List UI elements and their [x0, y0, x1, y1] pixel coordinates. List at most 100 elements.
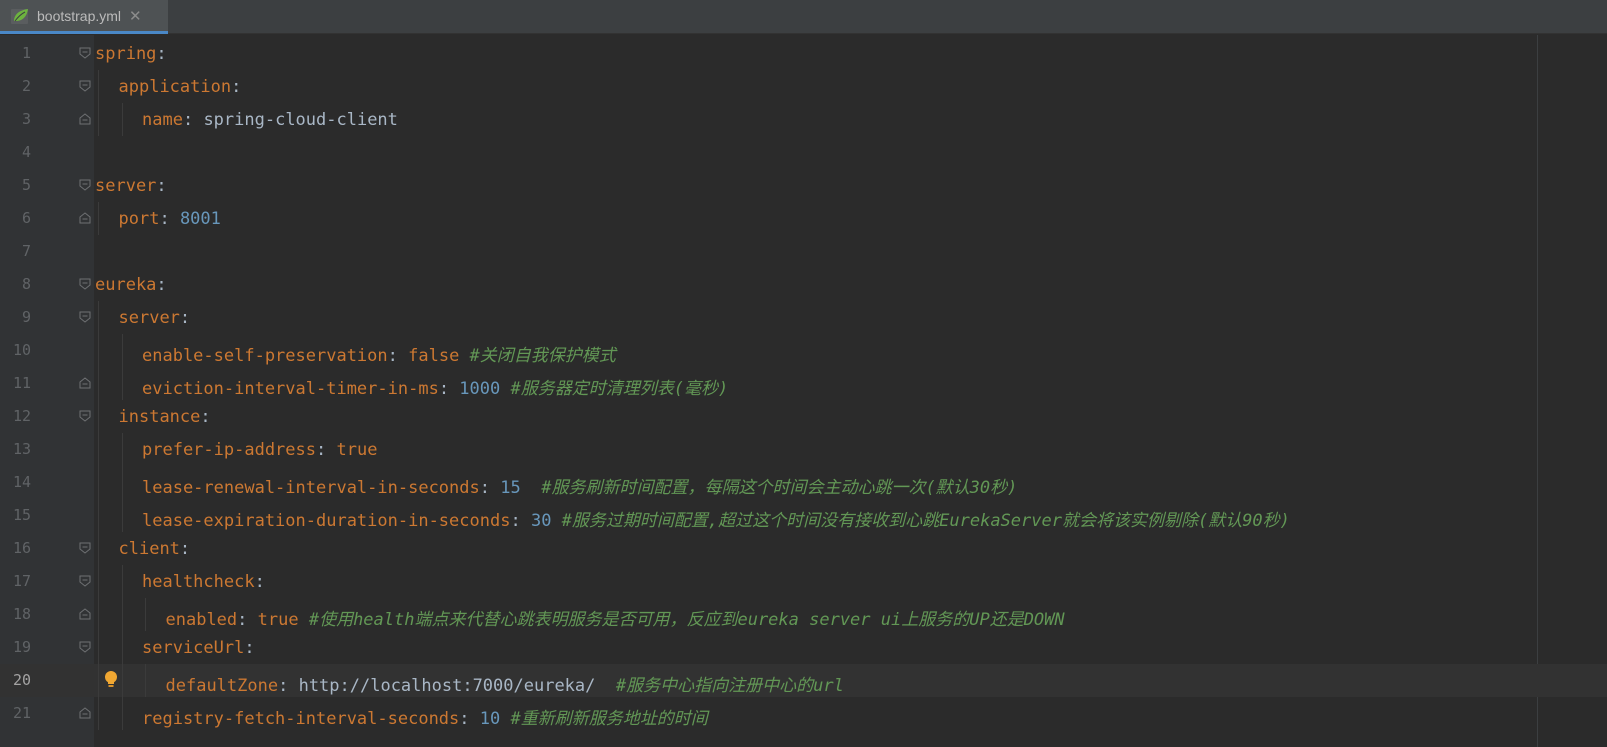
code-line[interactable]: 7	[0, 235, 1607, 268]
yaml-string-value: spring-cloud-client	[203, 110, 398, 130]
indent-guide	[98, 697, 99, 730]
code-line[interactable]: 20 defaultZone: http://localhost:7000/eur…	[0, 664, 1607, 697]
yaml-key: spring	[95, 44, 157, 64]
code-line[interactable]: 19 serviceUrl:	[0, 631, 1607, 664]
yaml-key: lease-expiration-duration-in-seconds	[142, 511, 511, 531]
yaml-boolean-value: true	[257, 610, 299, 630]
code-line[interactable]: 16 client:	[0, 532, 1607, 565]
spring-leaf-icon	[10, 6, 32, 26]
yaml-number-value: 8001	[179, 209, 221, 229]
code-text: server:	[119, 308, 191, 328]
yaml-key: serviceUrl	[142, 638, 245, 658]
fold-open-icon[interactable]	[79, 278, 91, 290]
yaml-key: registry-fetch-interval-seconds	[142, 709, 460, 729]
code-line[interactable]: 21 registry-fetch-interval-seconds: 10 #重…	[0, 697, 1607, 730]
yaml-number-value: 10	[479, 709, 501, 729]
code-line[interactable]: 15 lease-expiration-duration-in-seconds: …	[0, 499, 1607, 532]
yaml-separator: :	[510, 511, 531, 531]
code-line[interactable]: 11 eviction-interval-timer-in-ms: 1000 #服…	[0, 367, 1607, 400]
tab-bootstrap-yml[interactable]: bootstrap.yml ✕	[0, 0, 168, 34]
yaml-key: eureka	[95, 275, 157, 295]
fold-open-icon[interactable]	[79, 179, 91, 191]
line-number: 21	[12, 704, 31, 722]
yaml-key: enable-self-preservation	[142, 346, 388, 366]
tab-filename: bootstrap.yml	[37, 7, 122, 24]
yaml-key: prefer-ip-address	[142, 440, 316, 460]
line-number: 19	[12, 638, 31, 656]
indent-guide	[98, 499, 99, 532]
fold-open-icon[interactable]	[79, 311, 91, 323]
yaml-key: defaultZone	[165, 676, 279, 696]
yaml-separator: :	[316, 440, 337, 460]
yaml-separator: :	[244, 638, 255, 658]
indent-guide	[121, 466, 123, 499]
code-line[interactable]: 18 enabled: true #使用health端点来代替心跳表明服务是否可用…	[0, 598, 1607, 631]
fold-end-icon[interactable]	[79, 212, 91, 224]
fold-open-icon[interactable]	[79, 410, 91, 422]
indent-guide	[121, 565, 123, 598]
code-editor[interactable]: 1 spring: 2 application: 3 name: spring-cloud…	[0, 35, 1607, 747]
yaml-separator: :	[438, 379, 460, 399]
indent-guide	[98, 103, 99, 136]
code-text: port: 8001	[119, 209, 221, 229]
code-line[interactable]: 6 port: 8001	[0, 202, 1607, 235]
indent-guide	[121, 334, 123, 367]
indent-guide	[121, 697, 123, 730]
line-number: 5	[21, 176, 31, 194]
code-line[interactable]: 13 prefer-ip-address: true	[0, 433, 1607, 466]
yaml-number-value: 1000	[459, 379, 501, 399]
line-number: 16	[12, 539, 31, 557]
code-line[interactable]: 2 application:	[0, 70, 1607, 103]
fold-open-icon[interactable]	[79, 542, 91, 554]
code-line[interactable]: 10 enable-self-preservation: false #关闭自我保…	[0, 334, 1607, 367]
yaml-key: application	[118, 77, 232, 97]
indent-guide	[98, 202, 99, 235]
code-text: eviction-interval-timer-in-ms: 1000 #服务器…	[142, 374, 728, 399]
indent-guide	[98, 565, 99, 598]
line-number: 4	[21, 143, 31, 161]
line-number: 10	[12, 341, 31, 359]
line-number: 17	[12, 572, 31, 590]
yaml-separator: :	[179, 539, 191, 559]
yaml-key: eviction-interval-timer-in-ms	[142, 379, 439, 399]
yaml-string-value: http://localhost:7000/eureka/	[298, 676, 596, 696]
code-text: server:	[95, 176, 167, 196]
yaml-comment: #关闭自我保护模式	[459, 346, 616, 366]
fold-end-icon[interactable]	[79, 113, 91, 125]
fold-open-icon[interactable]	[79, 80, 91, 92]
yaml-separator: :	[159, 209, 180, 229]
line-number: 14	[12, 473, 31, 491]
indent-guide	[145, 598, 146, 631]
lightbulb-icon[interactable]	[103, 669, 119, 691]
code-text: application:	[119, 77, 242, 97]
fold-open-icon[interactable]	[79, 641, 91, 653]
indent-guide	[98, 70, 99, 103]
yaml-key: instance	[118, 407, 201, 427]
yaml-separator: :	[278, 676, 299, 696]
fold-end-icon[interactable]	[79, 377, 91, 389]
close-tab-icon[interactable]: ✕	[129, 7, 142, 25]
code-line[interactable]: 17 healthcheck:	[0, 565, 1607, 598]
code-line[interactable]: 5 server:	[0, 169, 1607, 202]
yaml-separator: :	[459, 709, 480, 729]
yaml-separator: :	[156, 275, 167, 295]
indent-guide	[98, 598, 99, 631]
code-line[interactable]: 12 instance:	[0, 400, 1607, 433]
code-line[interactable]: 4	[0, 136, 1607, 169]
indent-guide	[121, 499, 123, 532]
code-line[interactable]: 1 spring:	[0, 37, 1607, 70]
code-line[interactable]: 9 server:	[0, 301, 1607, 334]
code-line[interactable]: 14 lease-renewal-interval-in-seconds: 15 …	[0, 466, 1607, 499]
fold-end-icon[interactable]	[79, 608, 91, 620]
fold-open-icon[interactable]	[79, 575, 91, 587]
fold-open-icon[interactable]	[79, 47, 91, 59]
indent-guide	[98, 466, 99, 499]
yaml-separator: :	[387, 346, 409, 366]
code-line[interactable]: 8 eureka:	[0, 268, 1607, 301]
code-line[interactable]: 3 name: spring-cloud-client	[0, 103, 1607, 136]
fold-end-icon[interactable]	[79, 707, 91, 719]
code-text: client:	[119, 539, 191, 559]
yaml-separator: :	[479, 478, 501, 498]
indent-guide	[121, 598, 123, 631]
indent-guide	[98, 664, 99, 697]
